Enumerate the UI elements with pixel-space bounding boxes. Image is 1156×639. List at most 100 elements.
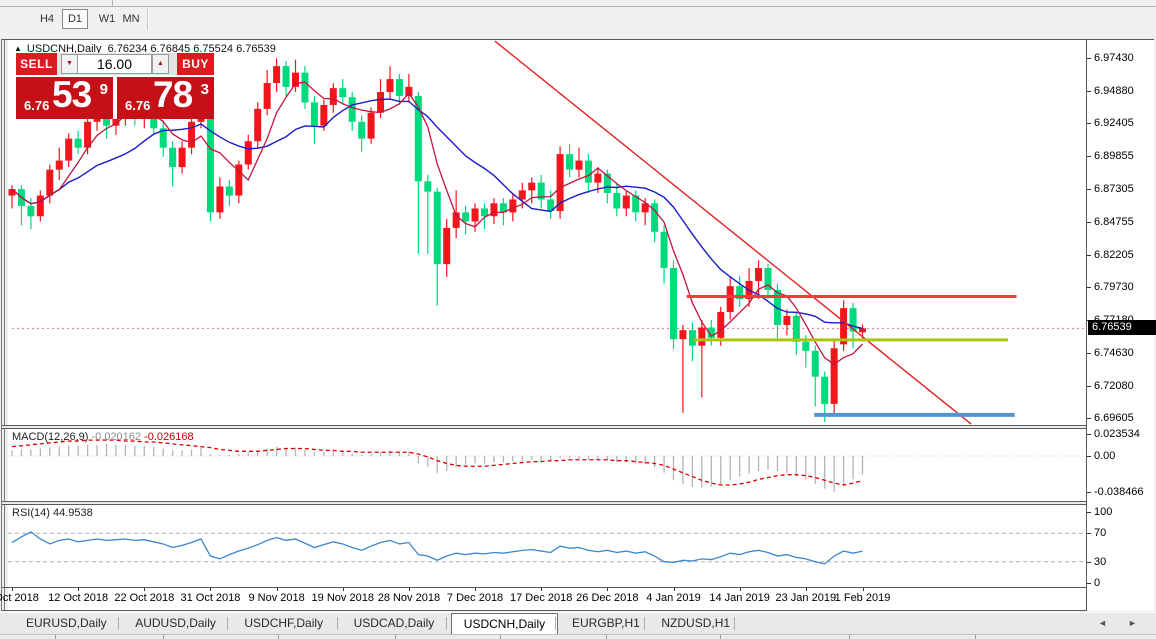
volume-input[interactable]: 16.00 <box>77 54 152 74</box>
time-axis-tick <box>475 588 476 591</box>
price-axis-label: 6.79730 <box>1094 281 1134 293</box>
price-axis-label: 6.89855 <box>1094 150 1134 162</box>
axis-tick <box>1087 418 1091 419</box>
rsi-label: RSI(14) 44.9538 <box>12 507 93 519</box>
splitter-tick <box>55 635 56 639</box>
rsi-axis-label: 100 <box>1094 506 1112 518</box>
time-axis-tick <box>740 588 741 591</box>
time-axis-label: 14 Jan 2019 <box>709 592 770 604</box>
time-axis-tick <box>210 588 211 591</box>
rsi-line <box>12 532 863 564</box>
buy-price-button[interactable]: 6.76 78 3 <box>117 77 214 119</box>
price-axis-label: 6.92405 <box>1094 117 1134 129</box>
rsi-canvas[interactable] <box>8 505 1086 587</box>
axis-tick <box>1087 492 1091 493</box>
axis-tick <box>1087 434 1091 435</box>
price-axis-label: 6.72080 <box>1094 380 1134 392</box>
axis-tick <box>1087 287 1091 288</box>
axis-tick <box>1087 123 1091 124</box>
splitter-tick <box>975 635 976 639</box>
timeframe-button-h4[interactable]: H4 <box>34 9 60 29</box>
tab-separator <box>555 617 556 630</box>
sell-price-button[interactable]: 6.76 53 9 <box>16 77 113 119</box>
tab-separator <box>644 617 645 630</box>
price-axis-label: 6.97430 <box>1094 52 1134 64</box>
time-axis-tick <box>343 588 344 591</box>
rsi-name: RSI(14) <box>12 507 50 519</box>
timeframe-button-mn[interactable]: MN <box>118 9 144 29</box>
price-axis-label: 6.94880 <box>1094 85 1134 97</box>
sell-button[interactable]: SELL <box>16 53 57 75</box>
time-axis-tick <box>277 588 278 591</box>
volume-increase-button[interactable]: ▲ <box>152 54 169 74</box>
tab-separator <box>118 617 119 630</box>
time-axis-label: 22 Oct 2018 <box>114 592 174 604</box>
timeframe-button-w1[interactable]: W1 <box>94 9 120 29</box>
chart-tab-nzdusd[interactable]: NZDUSD,H1 <box>649 614 742 633</box>
macd-name: MACD(12,26,9) <box>12 431 88 443</box>
time-axis-tick <box>806 588 807 591</box>
time-axis-tick <box>607 588 608 591</box>
splitter-tick <box>720 635 721 639</box>
axis-tick <box>1087 583 1091 584</box>
axis-tick <box>1087 456 1091 457</box>
chart-tab-eurgbp[interactable]: EURGBP,H1 <box>560 614 652 633</box>
price-axis[interactable]: 6.974306.948806.924056.898556.873056.847… <box>1086 40 1154 611</box>
tab-separator <box>446 617 447 630</box>
buy-price-base: 6.76 <box>125 98 150 113</box>
rsi-axis-label: 30 <box>1094 556 1106 568</box>
top-toolbar-strip <box>0 0 1156 7</box>
time-axis-tick <box>674 588 675 591</box>
time-axis-label: 28 Nov 2018 <box>378 592 440 604</box>
time-axis-label: 7 Dec 2018 <box>447 592 503 604</box>
tab-scroll-right-icon[interactable]: ► <box>1128 618 1137 628</box>
buy-price-big: 78 <box>153 74 192 116</box>
time-axis-label: 9 Nov 2018 <box>248 592 304 604</box>
timeframe-button-d1[interactable]: D1 <box>62 9 88 29</box>
macd-axis-label: 0.00 <box>1094 450 1115 462</box>
chart-tab-bar: EURUSD,DailyAUDUSD,DailyUSDCHF,Daily USDC… <box>0 612 1156 634</box>
toolbar-separator <box>147 9 149 30</box>
time-axis-label: 31 Oct 2018 <box>180 592 240 604</box>
time-axis-tick <box>541 588 542 591</box>
axis-tick <box>1087 58 1091 59</box>
axis-tick <box>1087 533 1091 534</box>
tab-separator <box>337 617 338 630</box>
axis-tick <box>1087 222 1091 223</box>
tab-separator <box>227 617 228 630</box>
date-strip-border-bottom <box>2 610 1154 611</box>
tab-scroll-left-icon[interactable]: ◄ <box>1098 618 1107 628</box>
axis-tick <box>1087 189 1091 190</box>
buy-price-sup: 3 <box>201 81 209 98</box>
axis-tick <box>1087 255 1091 256</box>
toolbar-separator <box>112 0 113 6</box>
time-axis[interactable]: 3 Oct 201812 Oct 201822 Oct 201831 Oct 2… <box>8 588 1086 610</box>
rsi-value: 44.9538 <box>53 507 93 519</box>
rsi-axis-label: 0 <box>1094 577 1100 589</box>
chart-tab-audusd[interactable]: AUDUSD,Daily <box>123 614 228 633</box>
time-axis-label: 12 Oct 2018 <box>48 592 108 604</box>
macd-axis-label: 0.023534 <box>1094 428 1140 440</box>
chart-tab-usdcad[interactable]: USDCAD,Daily <box>342 614 447 633</box>
time-axis-tick <box>78 588 79 591</box>
volume-decrease-button[interactable]: ▼ <box>61 54 78 74</box>
collapse-chart-icon[interactable]: ▲ <box>14 44 22 53</box>
chart-tab-eurusd[interactable]: EURUSD,Daily <box>14 614 119 633</box>
macd-axis-label: -0.038466 <box>1094 486 1144 498</box>
chart-tab-usdcnh[interactable]: USDCNH,Daily <box>451 613 558 635</box>
current-price-tag: 6.76539 <box>1088 320 1156 335</box>
trendline <box>495 41 971 424</box>
splitter-tick <box>163 635 164 639</box>
bottom-splitter-strip <box>0 634 1156 639</box>
axis-tick <box>1087 156 1091 157</box>
time-axis-label: 19 Nov 2018 <box>312 592 374 604</box>
time-axis-label: 23 Jan 2019 <box>776 592 837 604</box>
time-axis-label: 26 Dec 2018 <box>576 592 638 604</box>
chart-frame-left-outer <box>1 39 2 611</box>
splitter-tick <box>500 635 501 639</box>
axis-tick <box>1087 562 1091 563</box>
sell-price-big: 53 <box>52 74 91 116</box>
chart-tab-usdchf[interactable]: USDCHF,Daily <box>232 614 335 633</box>
splitter-tick <box>278 635 279 639</box>
buy-button[interactable]: BUY <box>177 53 214 75</box>
